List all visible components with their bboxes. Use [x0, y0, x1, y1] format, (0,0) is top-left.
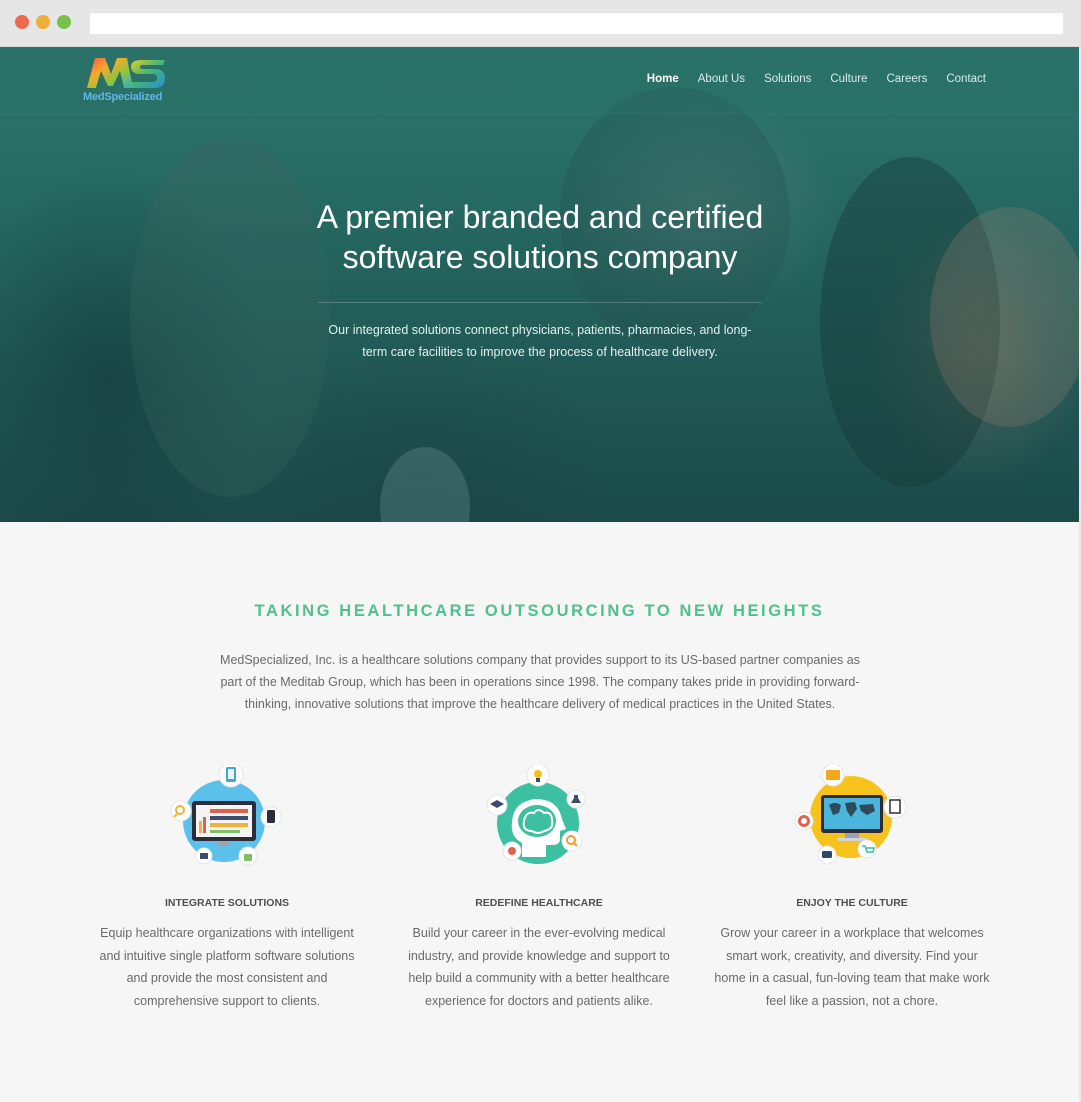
- window-minimize-button[interactable]: [36, 15, 50, 29]
- intro-line: part of the Meditab Group, which has bee…: [220, 675, 860, 689]
- feature-line: experience for doctors and patients alik…: [425, 993, 653, 1008]
- hero-banner: MedSpecialized Home About Us Solutions C…: [0, 47, 1079, 522]
- hero-subtitle-line: term care facilities to improve the proc…: [362, 345, 718, 359]
- intro-line: thinking, innovative solutions that impr…: [244, 697, 836, 711]
- nav-culture[interactable]: Culture: [830, 73, 867, 85]
- main-nav: Home About Us Solutions Culture Careers …: [647, 73, 986, 85]
- nav-about-us[interactable]: About Us: [698, 73, 745, 85]
- feature-title: ENJOY THE CULTURE: [796, 897, 908, 909]
- hero-title: A premier branded and certified software…: [240, 197, 840, 277]
- feature-line: smart work, creativity, and diversity. F…: [726, 948, 978, 963]
- browser-chrome: [0, 0, 1081, 47]
- hero-title-line: A premier branded and certified: [316, 199, 764, 235]
- nav-home[interactable]: Home: [647, 73, 679, 85]
- feature-line: home in a casual, fun-loving team that m…: [714, 971, 990, 985]
- feature-line: comprehensive support to clients.: [133, 993, 321, 1008]
- feature-line: industry, and provide knowledge and supp…: [408, 948, 670, 963]
- nav-careers[interactable]: Careers: [886, 73, 927, 85]
- brand-wordmark: MedSpecialized: [83, 91, 163, 103]
- brain-head-icon: [474, 765, 604, 875]
- feature-description: Grow your career in a workplace that wel…: [707, 922, 997, 1012]
- hero-overlay: [0, 47, 1079, 522]
- site-logo[interactable]: MedSpecialized: [83, 56, 169, 106]
- hero-divider: [318, 302, 762, 303]
- feature-title: REDEFINE HEALTHCARE: [475, 897, 603, 909]
- feature-title: INTEGRATE SOLUTIONS: [164, 897, 290, 909]
- feature-integrate-solutions: INTEGRATE SOLUTIONS Equip healthcare org…: [82, 765, 372, 1012]
- hero-subtitle: Our integrated solutions connect physici…: [310, 319, 770, 363]
- address-bar[interactable]: [90, 13, 1063, 34]
- feature-line: Build your career in the ever-evolving m…: [412, 926, 666, 940]
- feature-redefine-healthcare: REDEFINE HEALTHCARE Build your career in…: [394, 765, 684, 1012]
- window-maximize-button[interactable]: [57, 15, 71, 29]
- feature-line: Equip healthcare organizations with inte…: [100, 926, 354, 940]
- feature-line: Grow your career in a workplace that wel…: [720, 926, 984, 940]
- feature-line: and provide the most consistent and: [126, 971, 328, 985]
- hero-subtitle-line: Our integrated solutions connect physici…: [328, 323, 752, 337]
- ms-logo-icon: [87, 58, 165, 88]
- window-close-button[interactable]: [15, 15, 29, 29]
- nav-solutions[interactable]: Solutions: [764, 73, 811, 85]
- feature-description: Build your career in the ever-evolving m…: [394, 922, 684, 1012]
- hero-title-line: software solutions company: [342, 239, 738, 275]
- nav-contact[interactable]: Contact: [946, 73, 986, 85]
- feature-line: feel like a passion, not a chore.: [765, 993, 939, 1008]
- web-page: MedSpecialized Home About Us Solutions C…: [0, 47, 1079, 1102]
- monitor-dashboard-icon: [162, 765, 292, 875]
- site-header: MedSpecialized Home About Us Solutions C…: [0, 47, 1079, 114]
- feature-line: and intuitive single platform software s…: [99, 948, 355, 963]
- intro-line: MedSpecialized, Inc. is a healthcare sol…: [220, 653, 860, 667]
- feature-line: help build a community with a better hea…: [408, 971, 670, 985]
- feature-description: Equip healthcare organizations with inte…: [82, 922, 372, 1012]
- intro-paragraph: MedSpecialized, Inc. is a healthcare sol…: [200, 649, 880, 715]
- section-heading: TAKING HEALTHCARE OUTSOURCING TO NEW HEI…: [254, 602, 825, 620]
- world-map-monitor-icon: [787, 765, 917, 875]
- feature-enjoy-the-culture: ENJOY THE CULTURE Grow your career in a …: [707, 765, 997, 1012]
